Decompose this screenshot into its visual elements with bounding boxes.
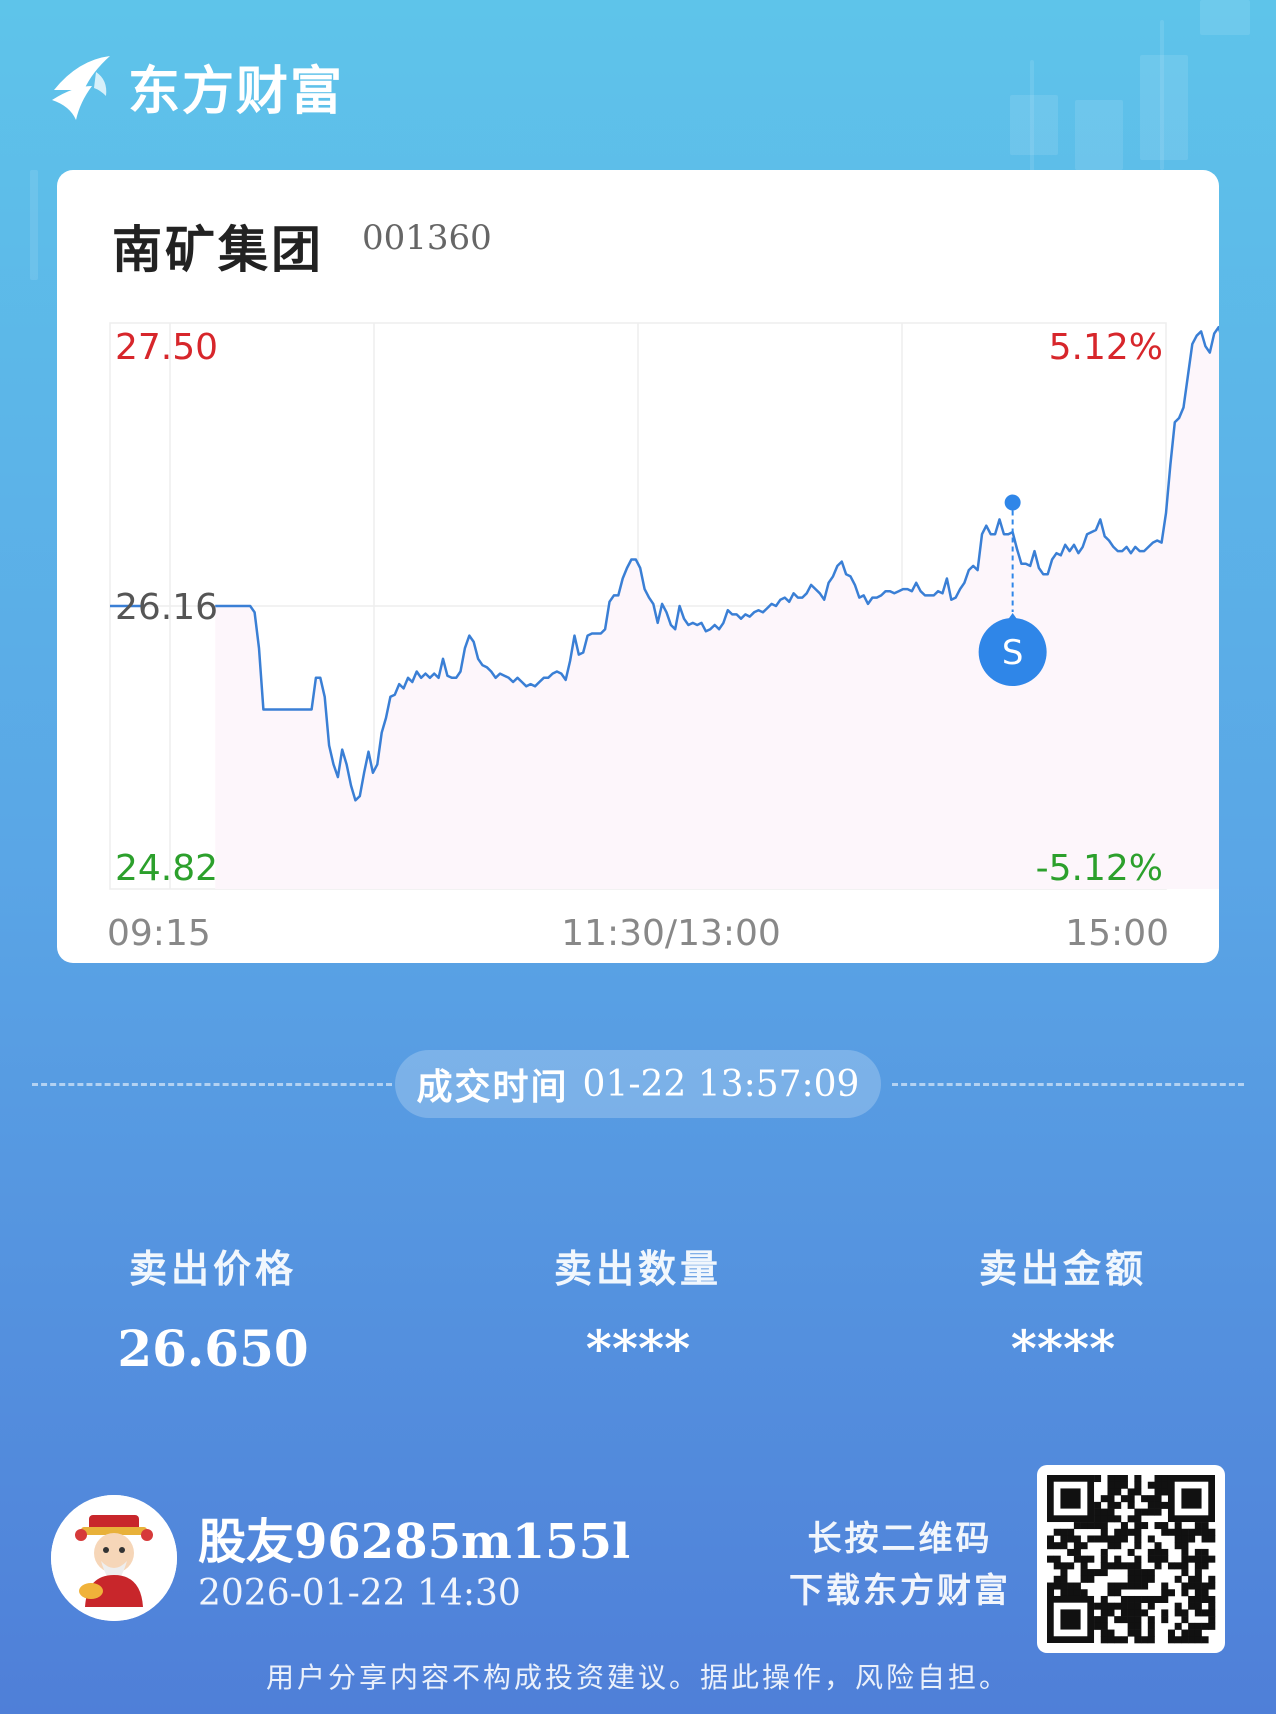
- y-label-low: 24.82: [115, 848, 218, 889]
- stat-sell-quantity: 卖出数量 ****: [508, 1238, 768, 1378]
- trade-time-label: 成交时间: [416, 1066, 569, 1108]
- trade-time-pill: 成交时间 01-22 13:57:09: [395, 1050, 881, 1118]
- stat-value: 26.650: [117, 1319, 309, 1378]
- pct-label-low: -5.12%: [1036, 848, 1163, 889]
- stat-label: 卖出价格: [128, 1246, 297, 1291]
- y-label-high: 27.50: [115, 327, 218, 368]
- fortune-god-avatar-icon[interactable]: [51, 1495, 177, 1621]
- share-time: 2026-01-22 14:30: [198, 1573, 521, 1614]
- brand-header: 东方财富: [48, 46, 344, 126]
- y-label-mid: 26.16: [115, 587, 218, 628]
- brand-name: 东方财富: [128, 61, 345, 122]
- eastmoney-logo-icon: [52, 56, 110, 120]
- price-area-fill: [215, 327, 1219, 889]
- qr-code-icon[interactable]: [1037, 1465, 1225, 1653]
- pct-label-high: 5.12%: [1049, 327, 1163, 368]
- x-label-open: 09:15: [107, 913, 211, 954]
- stat-value: ****: [585, 1319, 691, 1378]
- marker-point: [1004, 494, 1021, 511]
- marker-label: S: [1002, 633, 1024, 673]
- stat-label: 卖出金额: [978, 1246, 1147, 1291]
- stat-label: 卖出数量: [553, 1246, 722, 1291]
- disclaimer: 用户分享内容不构成投资建议。据此操作，风险自担。: [265, 1661, 1010, 1694]
- trade-time-row: 成交时间 01-22 13:57:09: [0, 1050, 1276, 1120]
- intraday-chart: S 27.50 26.16 24.82 5.12% -5.12% 09:15 1…: [107, 322, 1219, 954]
- qr-hint-line2: 下载东方财富: [789, 1571, 1011, 1611]
- qr-hint-line1: 长按二维码: [807, 1519, 993, 1559]
- stat-sell-price: 卖出价格 26.650: [83, 1238, 343, 1378]
- x-label-close: 15:00: [1065, 913, 1169, 954]
- dash-right: [892, 1083, 1244, 1086]
- stock-chart-card: 南矿集团 001360 S 27.50 26.16 24.82 5.12% -5…: [57, 170, 1219, 963]
- qr-hint: 长按二维码 下载东方财富: [780, 1513, 1020, 1617]
- x-label-mid: 11:30/13:00: [561, 913, 781, 954]
- user-name[interactable]: 股友96285m155l: [198, 1502, 630, 1572]
- stat-value: ****: [1010, 1319, 1116, 1378]
- trade-time-value: 01-22 13:57:09: [582, 1063, 860, 1105]
- dash-left: [32, 1083, 392, 1086]
- stat-sell-amount: 卖出金额 ****: [933, 1238, 1193, 1378]
